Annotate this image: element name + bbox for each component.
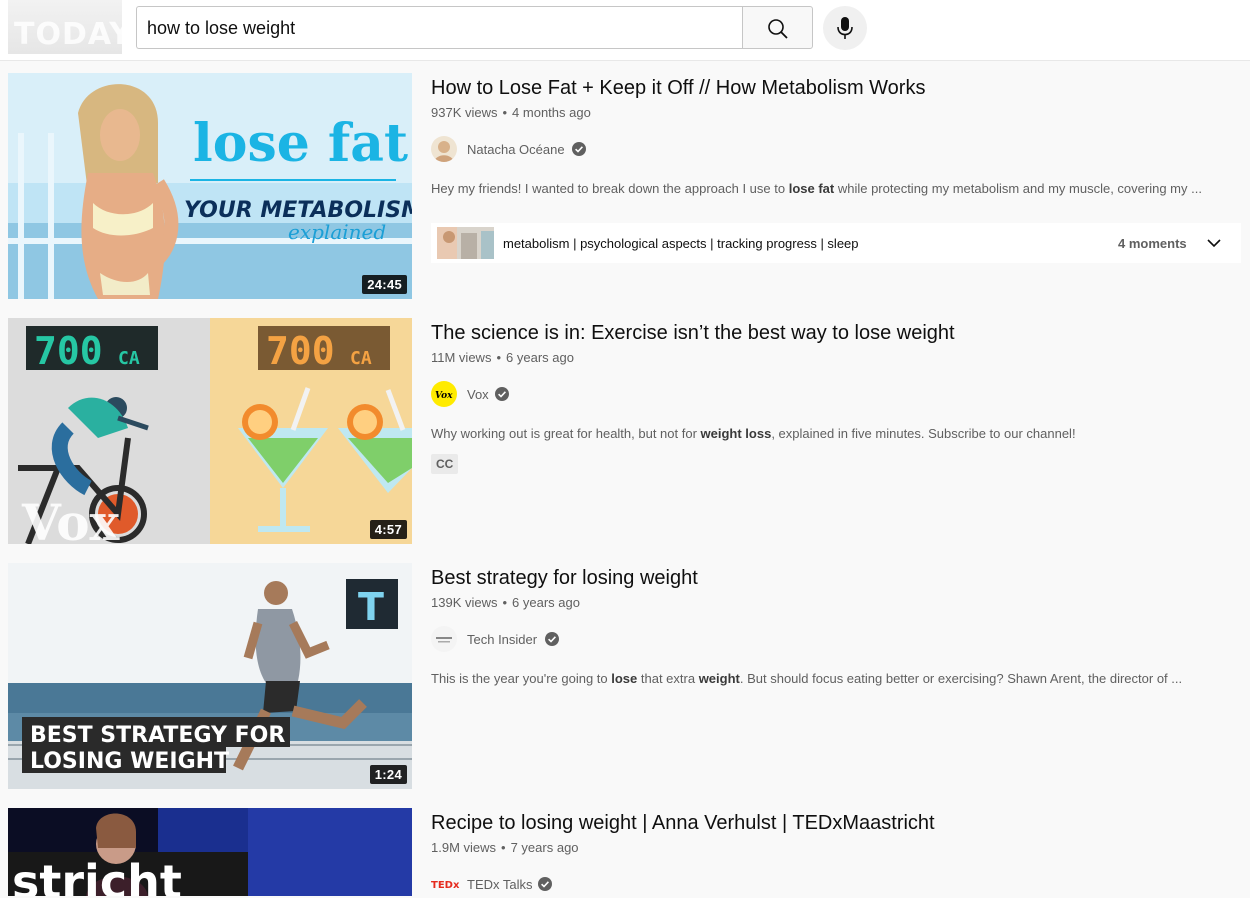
video-title[interactable]: How to Lose Fat + Keep it Off // How Met… bbox=[431, 76, 925, 100]
view-count: 1.9M views bbox=[431, 840, 497, 855]
thumb-caption: BEST STRATEGY FOR bbox=[30, 723, 285, 748]
verified-icon bbox=[545, 632, 559, 646]
video-meta: 937K views • 4 months ago bbox=[431, 105, 591, 120]
video-thumbnail[interactable]: lose fat YOUR METABOLISM explained 24:45 bbox=[8, 73, 412, 299]
separator-dot: • bbox=[501, 840, 506, 855]
video-thumbnail[interactable]: T BEST STRATEGY FOR LOSING WEIGHT 1:24 bbox=[8, 563, 412, 789]
video-title[interactable]: Best strategy for losing weight bbox=[431, 566, 698, 590]
channel-avatar[interactable] bbox=[431, 626, 457, 652]
search-input[interactable] bbox=[145, 7, 689, 50]
view-count: 937K views bbox=[431, 105, 498, 120]
video-thumbnail[interactable]: stricht bbox=[8, 808, 412, 896]
video-result: stricht Recipe to losing weight | Anna V… bbox=[8, 808, 1242, 896]
video-description: This is the year you're going to lose th… bbox=[431, 671, 1183, 686]
vox-watermark: Vox bbox=[21, 493, 121, 544]
svg-text:Vox: Vox bbox=[435, 391, 453, 401]
channel-name[interactable]: Vox bbox=[467, 387, 489, 402]
video-title[interactable]: The science is in: Exercise isn’t the be… bbox=[431, 321, 955, 345]
view-count: 11M views bbox=[431, 350, 492, 365]
voice-search-button[interactable] bbox=[823, 6, 867, 50]
video-result: 700 CA 700 CA Vox 4:57 The science is in… bbox=[8, 318, 1242, 544]
upload-age: 6 years ago bbox=[506, 350, 574, 365]
view-count: 139K views bbox=[431, 595, 498, 610]
channel-name[interactable]: TEDx Talks bbox=[467, 877, 533, 892]
channel-avatar[interactable]: TEDx bbox=[431, 871, 461, 897]
thumb-caption: explained bbox=[288, 220, 386, 244]
duration-badge: 4:57 bbox=[369, 520, 407, 539]
calorie-display-right: 700 bbox=[266, 329, 335, 373]
svg-text:TEDx: TEDx bbox=[431, 880, 460, 891]
svg-text:CA: CA bbox=[350, 348, 372, 369]
video-meta: 1.9M views • 7 years ago bbox=[431, 840, 579, 855]
verified-icon bbox=[572, 142, 586, 156]
search-box[interactable] bbox=[136, 6, 861, 50]
svg-text:CA: CA bbox=[118, 348, 140, 369]
separator-dot: • bbox=[502, 105, 508, 120]
logo-text: TODAY bbox=[14, 17, 122, 52]
video-result: lose fat YOUR METABOLISM explained 24:45… bbox=[8, 73, 1242, 299]
channel-avatar[interactable]: Vox bbox=[431, 381, 457, 407]
upload-age: 6 years ago bbox=[512, 595, 580, 610]
verified-icon bbox=[495, 387, 509, 401]
moments-thumbnail bbox=[437, 227, 494, 259]
separator-dot: • bbox=[502, 595, 508, 610]
search-icon bbox=[768, 19, 788, 39]
upload-age: 4 months ago bbox=[512, 105, 591, 120]
video-meta: 139K views • 6 years ago bbox=[431, 595, 580, 610]
moments-chapters: metabolism | psychological aspects | tra… bbox=[503, 236, 859, 251]
duration-badge: 24:45 bbox=[362, 275, 407, 294]
video-description: Hey my friends! I wanted to break down t… bbox=[431, 181, 1202, 196]
video-result: T BEST STRATEGY FOR LOSING WEIGHT 1:24 B… bbox=[8, 563, 1242, 789]
channel-name[interactable]: Natacha Océane bbox=[467, 142, 565, 157]
channel-avatar[interactable] bbox=[431, 136, 457, 162]
microphone-icon bbox=[837, 17, 853, 39]
channel-name[interactable]: Tech Insider bbox=[467, 632, 537, 647]
video-description: Why working out is great for health, but… bbox=[431, 426, 1076, 441]
video-title[interactable]: Recipe to losing weight | Anna Verhulst … bbox=[431, 811, 935, 835]
search-button[interactable] bbox=[742, 6, 813, 49]
upload-age: 7 years ago bbox=[510, 840, 579, 855]
masthead: TODAY bbox=[0, 0, 1250, 61]
video-meta: 11M views • 6 years ago bbox=[431, 350, 574, 365]
closed-captions-badge: CC bbox=[431, 454, 459, 474]
video-thumbnail[interactable]: 700 CA 700 CA Vox 4:57 bbox=[8, 318, 412, 544]
svg-text:stricht: stricht bbox=[12, 855, 182, 896]
moments-count: 4 moments bbox=[1118, 236, 1187, 251]
thumb-caption-line2: LOSING WEIGHT bbox=[30, 749, 229, 774]
tech-insider-logo: T bbox=[358, 585, 384, 629]
key-moments-bar[interactable]: metabolism | psychological aspects | tra… bbox=[431, 223, 1241, 263]
channel-logo-stub: TODAY bbox=[8, 0, 122, 54]
calorie-display-left: 700 bbox=[34, 329, 103, 373]
chevron-down-icon[interactable] bbox=[1205, 234, 1223, 252]
thumb-title: lose fat bbox=[193, 113, 408, 174]
separator-dot: • bbox=[496, 350, 502, 365]
duration-badge: 1:24 bbox=[369, 765, 407, 784]
verified-icon bbox=[538, 877, 552, 891]
